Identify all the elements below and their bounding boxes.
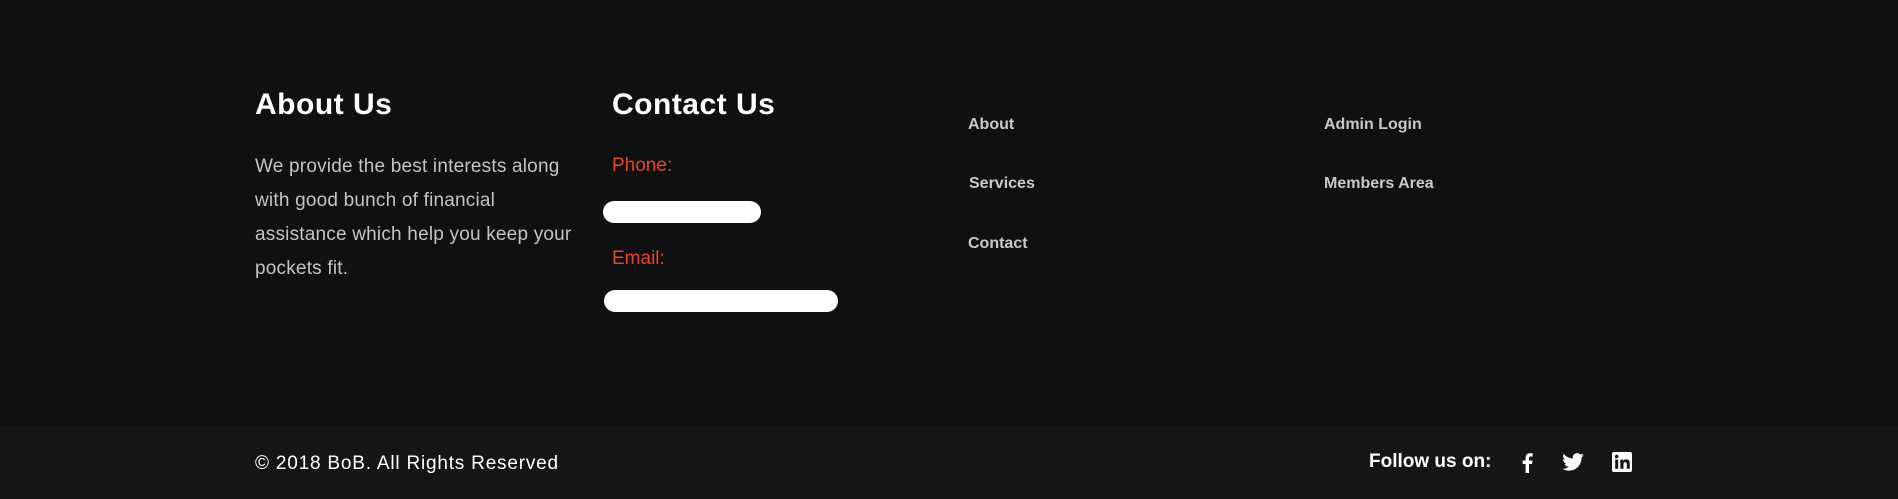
about-description: We provide the best interests along with… bbox=[255, 156, 572, 279]
footer-main: About Us We provide the best interests a… bbox=[0, 0, 1898, 426]
about-title: About Us bbox=[255, 88, 393, 121]
phone-label: Phone: bbox=[612, 155, 673, 176]
link-about[interactable]: About bbox=[968, 116, 1014, 134]
link-services[interactable]: Services bbox=[969, 175, 1035, 193]
facebook-icon[interactable] bbox=[1515, 450, 1539, 474]
phone-value bbox=[603, 201, 761, 223]
email-value bbox=[604, 290, 838, 312]
link-admin-login[interactable]: Admin Login bbox=[1324, 116, 1422, 134]
linkedin-icon[interactable] bbox=[1610, 450, 1634, 474]
email-label: Email: bbox=[612, 248, 665, 269]
link-contact[interactable]: Contact bbox=[968, 235, 1028, 253]
contact-title: Contact Us bbox=[612, 88, 776, 121]
follow-label: Follow us on: bbox=[1369, 451, 1492, 472]
twitter-icon[interactable] bbox=[1561, 450, 1585, 474]
link-members-area[interactable]: Members Area bbox=[1324, 175, 1434, 193]
copyright-text: © 2018 BoB. All Rights Reserved bbox=[255, 453, 559, 474]
